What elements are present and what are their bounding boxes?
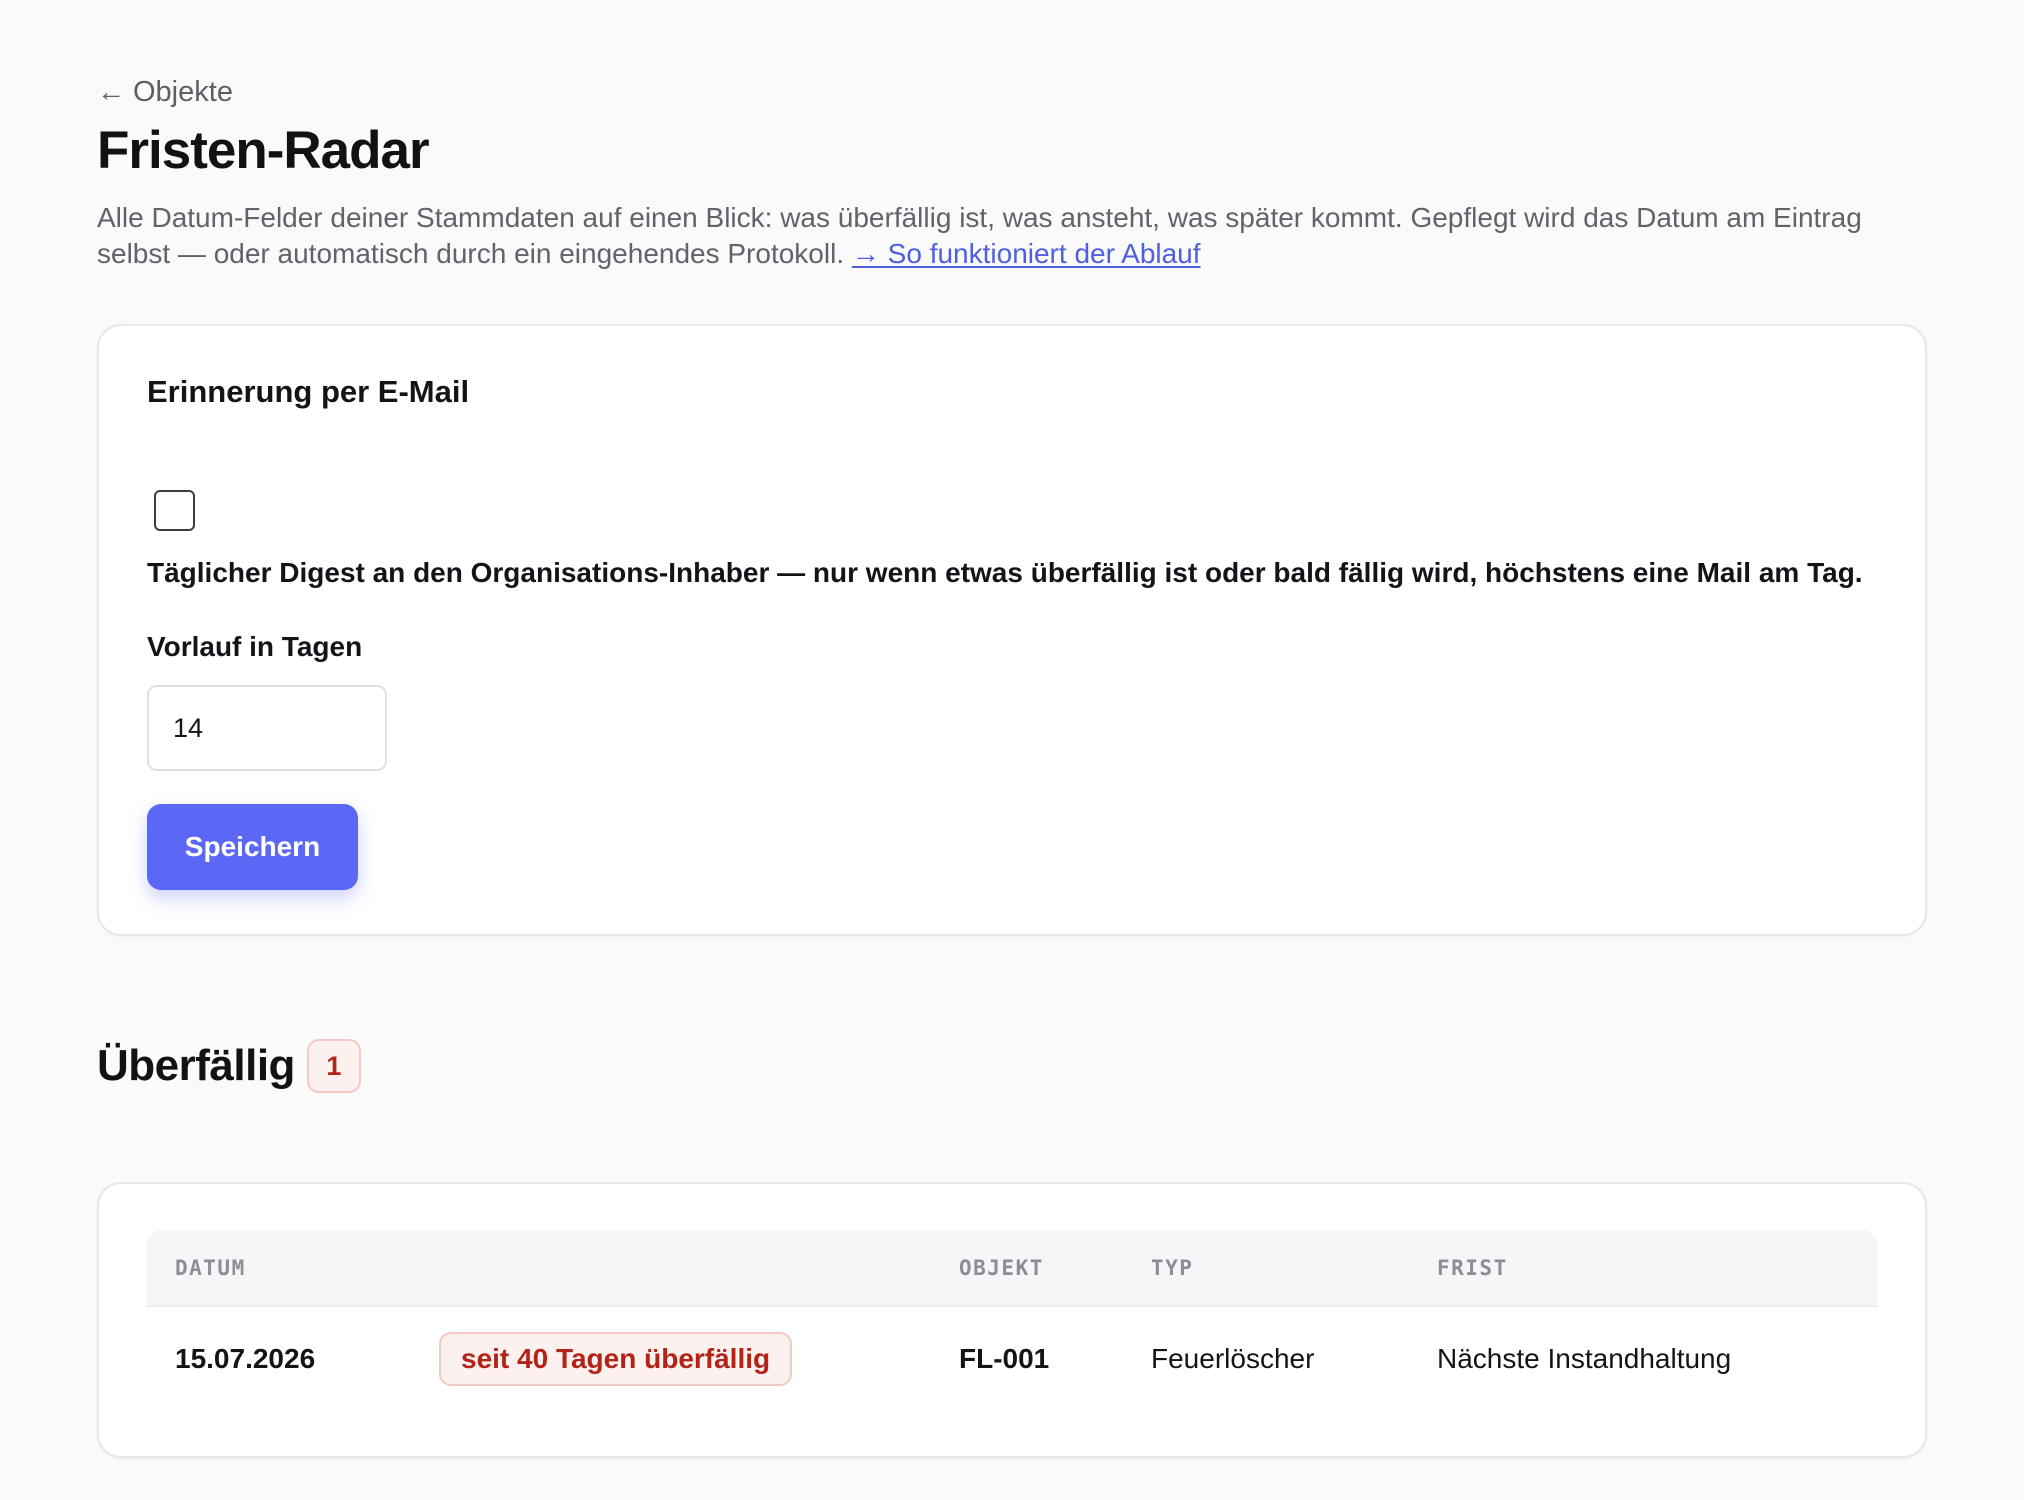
workflow-help-link[interactable]: → So funktioniert der Ablauf	[852, 238, 1201, 269]
table-row[interactable]: 15.07.2026 seit 40 Tagen überfällig FL-0…	[147, 1306, 1877, 1410]
lead-days-label: Vorlauf in Tagen	[147, 631, 363, 663]
page-intro: Alle Datum-Felder deiner Stammdaten auf …	[97, 200, 1927, 272]
column-header-status	[411, 1230, 931, 1308]
page-title: Fristen-Radar	[97, 121, 430, 180]
overdue-title: Überfällig	[97, 1041, 295, 1091]
column-header-type[interactable]: TYP	[1123, 1230, 1409, 1308]
column-header-deadline[interactable]: FRIST	[1409, 1230, 1877, 1308]
overdue-status-badge: seit 40 Tagen überfällig	[439, 1331, 793, 1386]
back-link-label: Objekte	[133, 75, 233, 108]
back-link-objekte[interactable]: ← Objekte	[97, 74, 233, 110]
overdue-count-badge: 1	[306, 1039, 361, 1094]
overdue-table: DATUM OBJEKT TYP FRIST 15.07.2026 seit 4…	[147, 1230, 1877, 1410]
daily-digest-label: Täglicher Digest an den Organisations-In…	[147, 557, 1863, 589]
lead-days-input[interactable]	[147, 685, 387, 772]
email-reminder-card: Erinnerung per E-Mail Täglicher Digest a…	[97, 324, 1927, 937]
column-header-object[interactable]: OBJEKT	[931, 1230, 1123, 1308]
row-status-cell: seit 40 Tagen überfällig	[411, 1306, 931, 1410]
overdue-table-card: DATUM OBJEKT TYP FRIST 15.07.2026 seit 4…	[97, 1182, 1927, 1459]
reminder-card-title: Erinnerung per E-Mail	[147, 374, 470, 410]
row-object[interactable]: FL-001	[931, 1306, 1123, 1410]
daily-digest-checkbox[interactable]	[154, 490, 195, 532]
page: ← Objekte Fristen-Radar Alle Datum-Felde…	[0, 0, 2024, 1500]
column-header-date[interactable]: DATUM	[147, 1230, 411, 1308]
row-type: Feuerlöscher	[1151, 1342, 1315, 1374]
row-date: 15.07.2026	[175, 1342, 316, 1374]
table-header-row: DATUM OBJEKT TYP FRIST	[147, 1230, 1877, 1308]
arrow-left-icon: ←	[97, 76, 125, 107]
row-deadline: Nächste Instandhaltung	[1437, 1342, 1732, 1374]
overdue-section-header: Überfällig 1	[97, 1038, 1927, 1094]
save-button[interactable]: Speichern	[147, 804, 358, 891]
